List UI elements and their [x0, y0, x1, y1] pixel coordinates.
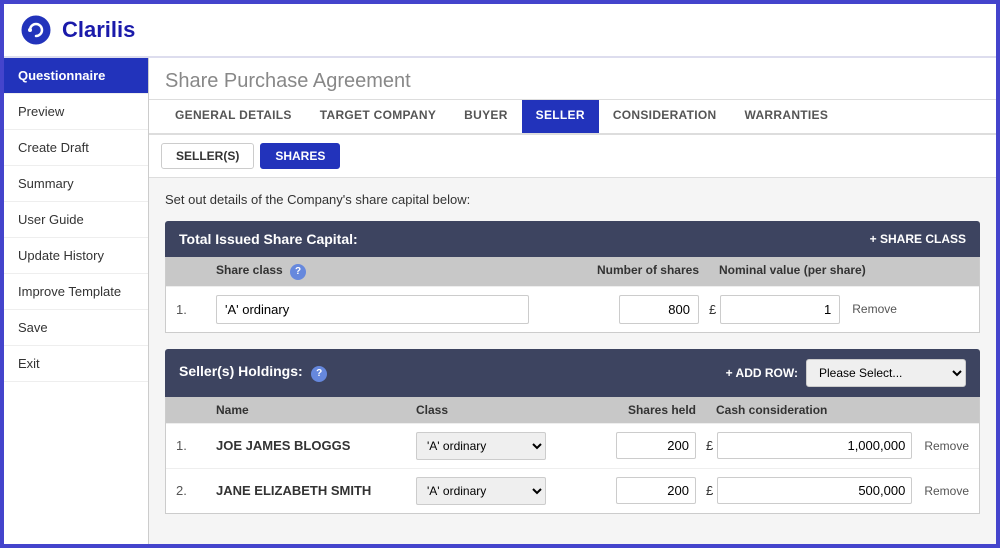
logo-icon: [20, 14, 52, 46]
sub-tabs: SELLER(S) SHARES: [149, 135, 996, 178]
section2-title: Seller(s) Holdings:: [179, 363, 303, 379]
remove-row2-1-button[interactable]: Remove: [916, 439, 969, 453]
tab-consideration[interactable]: CONSIDERATION: [599, 100, 731, 133]
col-header-shares-held: Shares held: [576, 403, 706, 417]
col-header-share-class: Share class ?: [216, 263, 529, 280]
table-row: 1. £ Remove: [166, 286, 979, 332]
col-header-num-shares: Number of shares: [529, 263, 709, 280]
sub-tab-shares[interactable]: SHARES: [260, 143, 340, 169]
tab-warranties[interactable]: WARRANTIES: [731, 100, 843, 133]
section2-header: Seller(s) Holdings: ? + ADD ROW: Please …: [165, 349, 980, 397]
col-header-cash-consideration: Cash consideration: [706, 403, 969, 417]
add-row-label: + ADD ROW:: [726, 366, 798, 380]
col-header-name: Name: [216, 403, 416, 417]
sidebar-item-summary[interactable]: Summary: [4, 166, 148, 202]
instruction-text: Set out details of the Company's share c…: [165, 192, 980, 207]
row2-class-select-1[interactable]: 'A' ordinary: [416, 432, 546, 460]
col-header-class: Class: [416, 403, 576, 417]
sidebar-item-questionnaire[interactable]: Questionnaire: [4, 58, 148, 94]
cash-input-2[interactable]: [717, 477, 912, 504]
app-name: Clarilis: [62, 17, 135, 43]
share-class-input-wrap: [216, 295, 529, 324]
sellers-holdings-help-icon[interactable]: ?: [311, 366, 327, 382]
sidebar-item-create-draft[interactable]: Create Draft: [4, 130, 148, 166]
shares-held-input-1[interactable]: [616, 432, 696, 459]
share-class-input[interactable]: [216, 295, 529, 324]
num-shares-input[interactable]: [619, 295, 699, 324]
sidebar-item-user-guide[interactable]: User Guide: [4, 202, 148, 238]
row-num-1: 1.: [176, 302, 216, 317]
tab-buyer[interactable]: BUYER: [450, 100, 522, 133]
table-row: 1. JOE JAMES BLOGGS 'A' ordinary: [166, 423, 979, 468]
row2-num-1: 1.: [176, 438, 216, 453]
section1-title: Total Issued Share Capital:: [179, 231, 358, 247]
row2-name-2: JANE ELIZABETH SMITH: [216, 483, 416, 498]
pound-sign-2: £: [706, 438, 713, 453]
add-row-select[interactable]: Please Select... 'A' ordinary: [806, 359, 966, 387]
sidebar-item-preview[interactable]: Preview: [4, 94, 148, 130]
main-content: Set out details of the Company's share c…: [149, 178, 996, 544]
sidebar-item-update-history[interactable]: Update History: [4, 238, 148, 274]
tab-general-details[interactable]: GENERAL DETAILS: [161, 100, 306, 133]
add-share-class-button[interactable]: + SHARE CLASS: [870, 232, 966, 246]
main-panel: Share Purchase Agreement GENERAL DETAILS…: [149, 58, 996, 544]
col-header-nominal-value: Nominal value (per share): [709, 263, 969, 280]
section1-table: Share class ? Number of shares Nominal v…: [165, 257, 980, 333]
section1-header: Total Issued Share Capital: + SHARE CLAS…: [165, 221, 980, 257]
sidebar-item-exit[interactable]: Exit: [4, 346, 148, 382]
row2-num-2: 2.: [176, 483, 216, 498]
sub-tab-sellers[interactable]: SELLER(S): [161, 143, 254, 169]
share-class-help-icon[interactable]: ?: [290, 264, 306, 280]
pound-sign-1: £: [709, 302, 716, 317]
app-header: Clarilis: [4, 4, 996, 58]
sidebar-item-improve-template[interactable]: Improve Template: [4, 274, 148, 310]
main-tabs: GENERAL DETAILS TARGET COMPANY BUYER SEL…: [149, 100, 996, 135]
section1-col-headers: Share class ? Number of shares Nominal v…: [166, 257, 979, 286]
col-header-num: [176, 263, 216, 280]
shares-held-input-2[interactable]: [616, 477, 696, 504]
row2-class-select-2[interactable]: 'A' ordinary: [416, 477, 546, 505]
sidebar: Questionnaire Preview Create Draft Summa…: [4, 58, 149, 544]
section2-col-headers: Name Class Shares held Cash consideratio…: [166, 397, 979, 423]
sellers-holdings-section: Seller(s) Holdings: ? + ADD ROW: Please …: [165, 349, 980, 514]
pound-sign-3: £: [706, 483, 713, 498]
nominal-value-input[interactable]: [720, 295, 840, 324]
remove-row1-button[interactable]: Remove: [844, 302, 897, 316]
remove-row2-2-button[interactable]: Remove: [916, 484, 969, 498]
page-title: Share Purchase Agreement: [149, 58, 996, 100]
table-row: 2. JANE ELIZABETH SMITH 'A' ordinary: [166, 468, 979, 513]
section2-table: Name Class Shares held Cash consideratio…: [165, 397, 980, 514]
sidebar-item-save[interactable]: Save: [4, 310, 148, 346]
nominal-value-wrap: £ Remove: [709, 295, 969, 324]
cash-input-1[interactable]: [717, 432, 912, 459]
tab-seller[interactable]: SELLER: [522, 100, 599, 133]
total-issued-share-capital-section: Total Issued Share Capital: + SHARE CLAS…: [165, 221, 980, 333]
tab-target-company[interactable]: TARGET COMPANY: [306, 100, 450, 133]
row2-name-1: JOE JAMES BLOGGS: [216, 438, 416, 453]
